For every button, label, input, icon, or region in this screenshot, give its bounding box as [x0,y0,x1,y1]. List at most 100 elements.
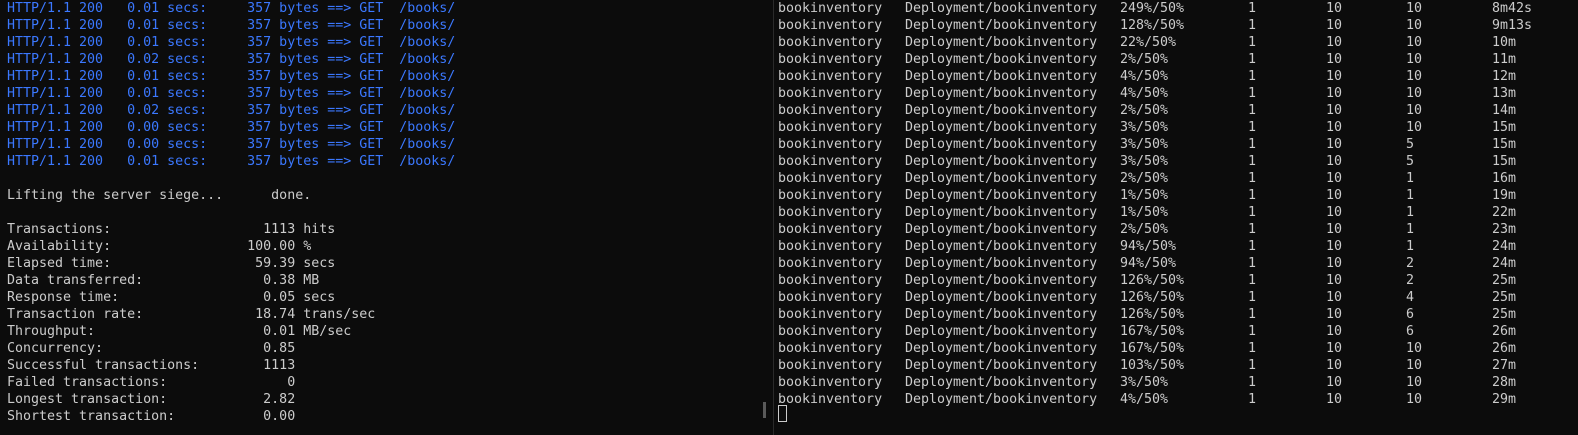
hpa-replicas-cell: 1 [1406,205,1415,220]
hpa-minpods-cell: 1 [1248,171,1257,186]
hpa-targets-cell: 2%/50% [1120,222,1169,237]
left-terminal-pane[interactable]: HTTP/1.1 200 0.01 secs: 357 bytes ==> GE… [0,0,770,435]
hpa-maxpods-cell: 10 [1326,35,1343,50]
hpa-minpods-cell: 1 [1248,103,1257,118]
hpa-age-cell: 15m [1492,120,1517,135]
hpa-replicas-cell: 10 [1406,69,1423,84]
hpa-reference-cell: Deployment/bookinventory [905,341,1098,356]
hpa-maxpods-cell: 10 [1326,324,1343,339]
hpa-name-cell: bookinventory [778,120,883,135]
hpa-age-cell: 11m [1492,52,1517,67]
hpa-name-cell: bookinventory [778,222,883,237]
hpa-reference-cell: Deployment/bookinventory [905,120,1098,135]
hpa-maxpods-cell: 10 [1326,222,1343,237]
hpa-maxpods-cell: 10 [1326,86,1343,101]
http-log-line: HTTP/1.1 200 0.01 secs: 357 bytes ==> GE… [7,86,456,101]
hpa-replicas-cell: 5 [1406,154,1415,169]
hpa-maxpods-cell: 10 [1326,392,1343,407]
hpa-minpods-cell: 1 [1248,222,1257,237]
hpa-maxpods-cell: 10 [1326,1,1343,16]
hpa-maxpods-cell: 10 [1326,171,1343,186]
hpa-targets-cell: 3%/50% [1120,375,1169,390]
hpa-replicas-cell: 10 [1406,358,1423,373]
hpa-reference-cell: Deployment/bookinventory [905,188,1098,203]
hpa-name-cell: bookinventory [778,171,883,186]
siege-stat-line: Longest transaction: 2.82 [7,392,296,407]
hpa-maxpods-cell: 10 [1326,307,1343,322]
hpa-reference-cell: Deployment/bookinventory [905,137,1098,152]
hpa-maxpods-cell: 10 [1326,52,1343,67]
hpa-replicas-cell: 10 [1406,52,1423,67]
hpa-reference-cell: Deployment/bookinventory [905,69,1098,84]
hpa-maxpods-cell: 10 [1326,256,1343,271]
right-terminal-pane[interactable]: bookinventory Deployment/bookinventory 249… [778,0,1578,435]
hpa-minpods-cell: 1 [1248,375,1257,390]
hpa-age-cell: 27m [1492,358,1517,373]
hpa-maxpods-cell: 10 [1326,120,1343,135]
hpa-replicas-cell: 1 [1406,171,1415,186]
hpa-targets-cell: 103%/50% [1120,358,1185,373]
hpa-maxpods-cell: 10 [1326,341,1343,356]
hpa-reference-cell: Deployment/bookinventory [905,256,1098,271]
hpa-maxpods-cell: 10 [1326,18,1343,33]
hpa-maxpods-cell: 10 [1326,69,1343,84]
hpa-targets-cell: 4%/50% [1120,86,1169,101]
hpa-name-cell: bookinventory [778,256,883,271]
http-log-line: HTTP/1.1 200 0.00 secs: 357 bytes ==> GE… [7,120,456,135]
hpa-minpods-cell: 1 [1248,1,1257,16]
http-log-line: HTTP/1.1 200 0.01 secs: 357 bytes ==> GE… [7,154,456,169]
siege-stat-line: Transactions: 1113 hits [7,222,336,237]
hpa-targets-cell: 126%/50% [1120,290,1185,305]
hpa-minpods-cell: 1 [1248,341,1257,356]
pane-divider[interactable] [773,0,774,435]
http-log-line: HTTP/1.1 200 0.00 secs: 357 bytes ==> GE… [7,137,456,152]
hpa-replicas-cell: 10 [1406,120,1423,135]
hpa-minpods-cell: 1 [1248,256,1257,271]
siege-stat-line: Throughput: 0.01 MB/sec [7,324,352,339]
hpa-age-cell: 23m [1492,222,1517,237]
hpa-replicas-cell: 1 [1406,188,1415,203]
hpa-minpods-cell: 1 [1248,392,1257,407]
hpa-reference-cell: Deployment/bookinventory [905,171,1098,186]
hpa-age-cell: 10m [1492,35,1517,50]
hpa-reference-cell: Deployment/bookinventory [905,358,1098,373]
hpa-replicas-cell: 4 [1406,290,1415,305]
hpa-name-cell: bookinventory [778,1,883,16]
hpa-age-cell: 26m [1492,324,1517,339]
scrollbar-thumb[interactable] [763,402,766,418]
hpa-name-cell: bookinventory [778,273,883,288]
hpa-name-cell: bookinventory [778,154,883,169]
hpa-minpods-cell: 1 [1248,239,1257,254]
hpa-age-cell: 26m [1492,341,1517,356]
hpa-targets-cell: 167%/50% [1120,341,1185,356]
hpa-age-cell: 25m [1492,273,1517,288]
hpa-minpods-cell: 1 [1248,86,1257,101]
siege-stat-line: Failed transactions: 0 [7,375,296,390]
hpa-targets-cell: 1%/50% [1120,188,1169,203]
http-log-line: HTTP/1.1 200 0.01 secs: 357 bytes ==> GE… [7,69,456,84]
hpa-replicas-cell: 10 [1406,86,1423,101]
hpa-maxpods-cell: 10 [1326,137,1343,152]
hpa-age-cell: 15m [1492,154,1517,169]
http-log-line: HTTP/1.1 200 0.01 secs: 357 bytes ==> GE… [7,35,456,50]
hpa-name-cell: bookinventory [778,86,883,101]
hpa-targets-cell: 1%/50% [1120,205,1169,220]
hpa-name-cell: bookinventory [778,375,883,390]
hpa-targets-cell: 4%/50% [1120,69,1169,84]
hpa-reference-cell: Deployment/bookinventory [905,205,1098,220]
hpa-age-cell: 15m [1492,137,1517,152]
http-log-line: HTTP/1.1 200 0.02 secs: 357 bytes ==> GE… [7,103,456,118]
hpa-reference-cell: Deployment/bookinventory [905,392,1098,407]
hpa-replicas-cell: 1 [1406,239,1415,254]
hpa-age-cell: 14m [1492,103,1517,118]
hpa-replicas-cell: 1 [1406,222,1415,237]
hpa-name-cell: bookinventory [778,35,883,50]
hpa-minpods-cell: 1 [1248,52,1257,67]
hpa-replicas-cell: 10 [1406,1,1423,16]
hpa-name-cell: bookinventory [778,341,883,356]
hpa-targets-cell: 3%/50% [1120,137,1169,152]
hpa-targets-cell: 126%/50% [1120,307,1185,322]
hpa-replicas-cell: 6 [1406,307,1415,322]
siege-stat-line: Transaction rate: 18.74 trans/sec [7,307,376,322]
hpa-name-cell: bookinventory [778,103,883,118]
